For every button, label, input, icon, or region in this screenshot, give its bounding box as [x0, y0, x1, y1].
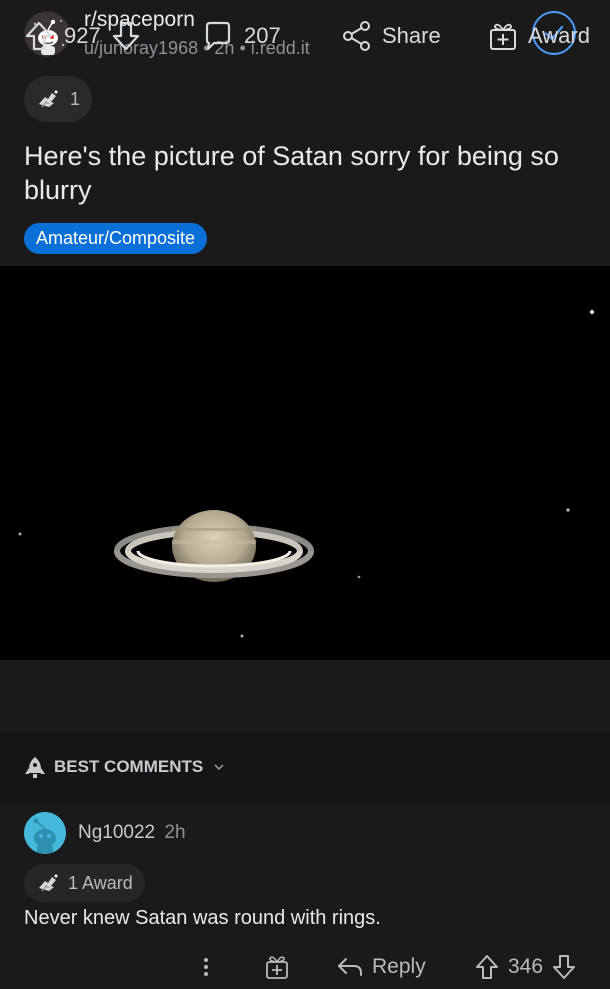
comment-award-button[interactable] [264, 945, 290, 989]
comment-score: 346 [508, 955, 544, 978]
more-options-button[interactable] [196, 945, 216, 989]
rocket-icon [25, 757, 45, 778]
vote-group: 927 [24, 0, 141, 72]
gift-icon [266, 956, 288, 979]
commenter-avatar[interactable] [24, 812, 66, 854]
comment-bubble-icon [205, 21, 231, 51]
share-icon [343, 21, 370, 51]
commenter-username[interactable]: Ng10022 [78, 822, 155, 843]
reply-button[interactable]: Reply [336, 945, 426, 989]
sort-label: BEST COMMENTS [54, 757, 204, 776]
comment-meta: Ng10022 2h [78, 822, 186, 844]
post-award-count: 1 [70, 88, 81, 109]
award-hands-icon [39, 874, 58, 892]
post-image[interactable] [0, 266, 610, 660]
award-button[interactable]: Award [488, 0, 590, 72]
comment-sort-dropdown[interactable]: BEST COMMENTS [0, 732, 610, 802]
upvote-icon[interactable] [24, 20, 54, 52]
post-action-bar [0, 660, 610, 732]
reply-arrow-icon [338, 958, 362, 976]
comments-button[interactable]: 207 [202, 0, 281, 72]
saturn-image [0, 266, 610, 660]
comment-award-label: 1 Award [68, 872, 133, 893]
post-title[interactable]: Here's the picture of Satan sorry for be… [24, 139, 584, 207]
chevron-down-icon [214, 764, 224, 771]
comment-age: 2h [164, 822, 186, 843]
award-hands-icon [39, 90, 58, 108]
comment-count: 207 [244, 23, 281, 48]
comment-vote-group: 346 [474, 945, 577, 989]
award-label: Award [528, 23, 590, 48]
post-flair[interactable]: Amateur/Composite [24, 223, 208, 254]
share-label: Share [382, 23, 441, 48]
share-button[interactable]: Share [342, 0, 441, 72]
gift-icon [490, 23, 516, 50]
comment-body: Never knew Satan was round with rings. [24, 907, 381, 929]
reply-label: Reply [372, 955, 426, 978]
post-score: 927 [64, 23, 101, 48]
comment-award-chip[interactable]: 1 Award [24, 864, 145, 902]
upvote-icon[interactable] [474, 953, 500, 981]
post-award-chip[interactable]: 1 [24, 76, 93, 122]
more-vertical-icon [204, 958, 208, 976]
downvote-icon[interactable] [111, 20, 141, 52]
downvote-icon[interactable] [551, 953, 577, 981]
comment-action-bar: Reply 346 [0, 945, 610, 989]
